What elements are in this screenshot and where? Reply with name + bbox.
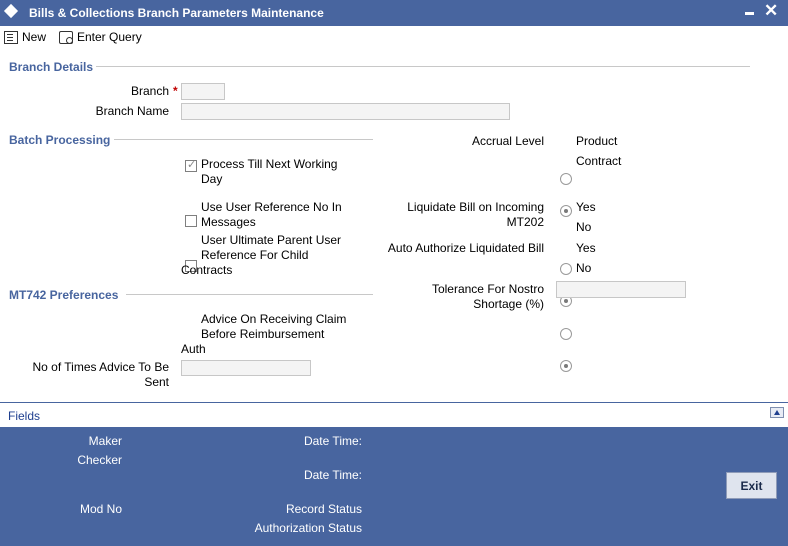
process-till-next-working-day-checkbox[interactable] <box>185 158 197 172</box>
use-user-reference-label-cont: Messages <box>201 215 256 229</box>
accrual-level-contract-radio[interactable] <box>560 205 572 217</box>
authorization-status-label: Authorization Status <box>254 521 362 535</box>
accrual-level-label: Accrual Level <box>471 134 544 148</box>
user-ultimate-parent-label-cont2: Contracts <box>181 263 233 277</box>
divider <box>126 294 373 295</box>
required-marker: * <box>173 84 178 98</box>
new-button-label: New <box>22 30 47 44</box>
maker-label: Maker <box>88 434 122 448</box>
checker-label: Checker <box>77 453 122 467</box>
minimize-icon[interactable] <box>745 12 754 15</box>
accrual-level-product-label: Product <box>576 134 618 148</box>
record-status-label: Record Status <box>285 502 362 516</box>
auto-authorize-yes-label: Yes <box>576 241 596 255</box>
new-document-icon <box>4 30 18 44</box>
window-title: Bills & Collections Branch Parameters Ma… <box>29 6 324 20</box>
toolbar: New Enter Query <box>0 26 788 48</box>
mod-no-label: Mod No <box>79 502 122 516</box>
no-of-times-advice-input[interactable] <box>181 360 311 376</box>
user-ultimate-parent-label: User Ultimate Parent User <box>201 233 342 247</box>
accrual-level-product-radio[interactable] <box>560 173 572 185</box>
close-icon[interactable]: ✕ <box>764 1 778 21</box>
advice-on-receiving-claim-label-cont: Before Reimbursement <box>201 327 325 341</box>
auto-authorize-no-radio[interactable] <box>560 360 572 372</box>
auto-authorize-yes-radio[interactable] <box>560 328 572 340</box>
batch-processing-heading: Batch Processing <box>9 133 111 147</box>
new-button[interactable]: New <box>4 28 46 46</box>
audit-footer: Maker Checker Mod No Date Time: Date Tim… <box>0 427 788 546</box>
liquidate-bill-yes-radio[interactable] <box>560 263 572 275</box>
enter-query-label: Enter Query <box>77 30 142 44</box>
advice-on-receiving-claim-label: Advice On Receiving Claim <box>201 312 347 326</box>
process-till-next-working-day-label-cont: Day <box>201 172 223 186</box>
exit-button[interactable]: Exit <box>726 472 777 499</box>
no-of-times-advice-label-cont: Sent <box>144 375 169 389</box>
collapse-up-icon[interactable] <box>770 407 784 418</box>
maker-date-time-label: Date Time: <box>303 434 362 448</box>
title-bar: Bills & Collections Branch Parameters Ma… <box>0 0 788 26</box>
branch-name-input[interactable] <box>181 103 510 120</box>
app-logo-icon <box>3 3 19 19</box>
liquidate-bill-label: Liquidate Bill on Incoming <box>407 200 544 214</box>
use-user-reference-label: Use User Reference No In <box>201 200 342 214</box>
liquidate-bill-no-label: No <box>576 220 592 234</box>
liquidate-bill-yes-label: Yes <box>576 200 596 214</box>
tolerance-input[interactable] <box>556 281 686 298</box>
tolerance-label: Tolerance For Nostro <box>431 282 544 296</box>
branch-name-label: Branch Name <box>95 104 169 118</box>
accrual-level-contract-label: Contract <box>576 154 622 168</box>
tolerance-label-cont: Shortage (%) <box>473 297 544 311</box>
no-of-times-advice-label: No of Times Advice To Be <box>32 360 169 374</box>
branch-label: Branch <box>130 84 169 98</box>
auto-authorize-label: Auto Authorize Liquidated Bill <box>387 241 544 255</box>
advice-on-receiving-claim-label-cont2: Auth <box>181 342 206 356</box>
mt742-preferences-heading: MT742 Preferences <box>9 288 119 302</box>
auto-authorize-no-label: No <box>576 261 592 275</box>
enter-query-button[interactable]: Enter Query <box>59 28 142 46</box>
branch-input[interactable] <box>181 83 225 100</box>
use-user-reference-checkbox[interactable] <box>185 215 197 227</box>
fields-label[interactable]: Fields <box>8 409 40 423</box>
checker-date-time-label: Date Time: <box>303 468 362 482</box>
divider <box>114 139 373 140</box>
branch-details-heading: Branch Details <box>9 60 94 74</box>
divider <box>96 66 750 67</box>
user-ultimate-parent-label-cont: Reference For Child <box>201 248 309 262</box>
liquidate-bill-label-cont: MT202 <box>506 215 544 229</box>
fields-bar[interactable]: Fields <box>0 402 788 427</box>
query-icon <box>59 30 73 44</box>
process-till-next-working-day-label: Process Till Next Working <box>201 157 338 171</box>
